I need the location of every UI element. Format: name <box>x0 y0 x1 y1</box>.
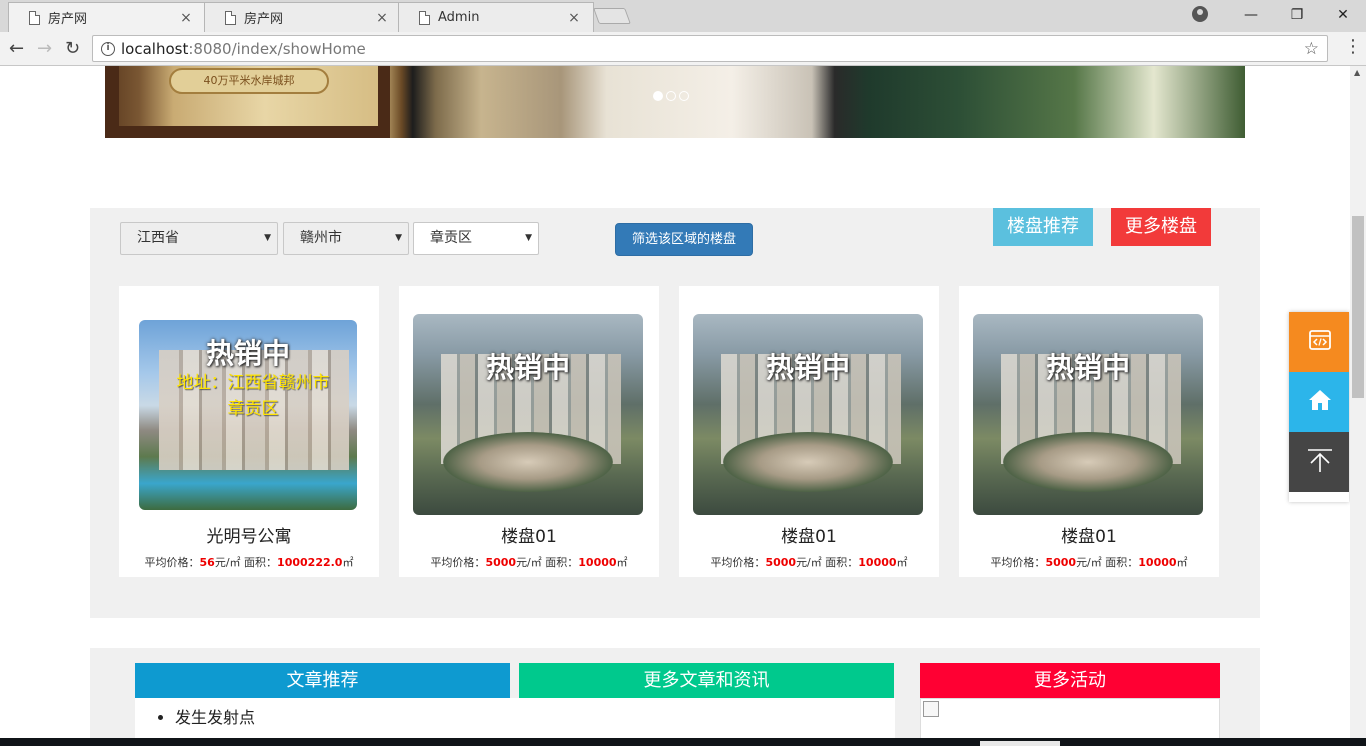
house-info: 平均价格：56元/㎡ 面积：1000222.0㎡ <box>144 556 354 569</box>
broken-image-icon[interactable] <box>923 701 939 717</box>
url-text: localhost:8080/index/showHome <box>121 39 366 58</box>
scrollbar-thumb[interactable] <box>1352 216 1364 398</box>
filter-region-button[interactable]: 筛选该区域的楼盘 <box>615 223 753 256</box>
house-card[interactable]: 热销中 地址：江西省赣州市章贡区 光明号公寓 平均价格：56元/㎡ 面积：100… <box>119 286 379 577</box>
minimize-button[interactable]: — <box>1228 7 1274 23</box>
hot-sale-label: 热销中 <box>485 351 570 384</box>
activity-box <box>920 698 1220 738</box>
close-window-button[interactable]: ✕ <box>1320 7 1366 23</box>
window-controls: — ❐ ✕ <box>1228 0 1366 30</box>
browser-tab-2[interactable]: 房产网 × <box>204 2 402 32</box>
browser-tab-1[interactable]: 房产网 × <box>8 2 206 32</box>
house-image[interactable]: 热销中 地址：江西省赣州市章贡区 <box>139 320 357 510</box>
house-image[interactable]: 热销中 <box>973 314 1203 515</box>
code-icon <box>1309 330 1331 350</box>
district-select[interactable]: 章贡区 ▼ <box>413 222 539 255</box>
home-button[interactable] <box>1289 372 1349 432</box>
browser-menu-icon[interactable]: ⋮ <box>1344 36 1362 57</box>
house-info: 平均价格：5000元/㎡ 面积：10000㎡ <box>710 556 908 569</box>
house-section: 江西省 ▼ 赣州市 ▼ 章贡区 ▼ 筛选该区域的楼盘 楼盘推荐 更多楼盘 热销中 地址… <box>90 208 1260 618</box>
chevron-down-icon: ▼ <box>395 233 402 243</box>
article-recommend-header[interactable]: 文章推荐 <box>135 663 510 698</box>
back-to-top-icon <box>1308 449 1332 472</box>
carousel-dot-3[interactable] <box>679 91 689 101</box>
restore-button[interactable]: ❐ <box>1274 7 1320 23</box>
back-arrow-icon[interactable]: ← <box>9 38 24 59</box>
site-info-icon[interactable]: i <box>101 41 115 56</box>
code-button[interactable] <box>1289 312 1349 372</box>
house-name[interactable]: 楼盘01 <box>959 522 1219 547</box>
city-select[interactable]: 赣州市 ▼ <box>283 222 409 255</box>
article-section: 文章推荐 更多文章和资讯 更多活动 发生发射点 <box>90 648 1260 738</box>
house-image[interactable]: 热销中 <box>413 314 643 515</box>
house-name[interactable]: 光明号公寓 <box>119 522 379 547</box>
hot-sale-label: 热销中 <box>1045 351 1130 384</box>
chevron-down-icon: ▼ <box>264 233 271 243</box>
house-card[interactable]: 热销中 楼盘01 平均价格：5000元/㎡ 面积：10000㎡ <box>399 286 659 577</box>
carousel-dot-2[interactable] <box>666 91 676 101</box>
tab-title: 房产网 <box>48 12 88 27</box>
more-houses-button[interactable]: 更多楼盘 <box>1111 208 1211 246</box>
browser-tab-3[interactable]: Admin × <box>398 2 594 32</box>
banner-sign-text: 40万平米水岸城邦 <box>169 68 329 94</box>
close-tab-icon[interactable]: × <box>567 10 581 26</box>
floating-sidebar <box>1289 312 1349 502</box>
hot-sale-label: 热销中 <box>205 337 290 370</box>
bookmark-star-icon[interactable]: ☆ <box>1304 39 1319 59</box>
carousel-indicators <box>653 91 689 101</box>
forward-arrow-icon[interactable]: → <box>37 38 52 59</box>
house-card[interactable]: 热销中 楼盘01 平均价格：5000元/㎡ 面积：10000㎡ <box>679 286 939 577</box>
house-name[interactable]: 楼盘01 <box>399 522 659 547</box>
page-icon <box>29 10 40 25</box>
page-viewport: 40万平米水岸城邦 江西省 ▼ 赣州市 ▼ 章贡区 ▼ 筛选该区域的楼盘 楼盘推荐 更… <box>0 66 1350 738</box>
browser-toolbar: ← → ↻ i localhost:8080/index/showHome ☆ … <box>0 32 1366 66</box>
home-icon <box>1309 390 1331 410</box>
hot-sale-label: 热销中 <box>765 351 850 384</box>
house-recommend-button[interactable]: 楼盘推荐 <box>993 208 1093 246</box>
profile-icon[interactable] <box>1192 6 1208 22</box>
article-list: 发生发射点 <box>135 698 895 738</box>
os-taskbar <box>0 738 1366 746</box>
house-info: 平均价格：5000元/㎡ 面积：10000㎡ <box>990 556 1188 569</box>
tab-title: Admin <box>438 10 480 25</box>
close-tab-icon[interactable]: × <box>179 10 193 26</box>
browser-tab-bar: 房产网 × 房产网 × Admin × — ❐ ✕ <box>0 0 1366 32</box>
scroll-up-icon[interactable]: ▲ <box>1354 68 1360 77</box>
chevron-down-icon: ▼ <box>525 233 532 243</box>
page-scrollbar[interactable]: ▲ <box>1350 66 1366 738</box>
article-item[interactable]: 发生发射点 <box>175 704 895 728</box>
address-bar[interactable]: i localhost:8080/index/showHome ☆ <box>92 35 1328 62</box>
page-icon <box>225 10 236 25</box>
reload-icon[interactable]: ↻ <box>65 38 80 59</box>
back-to-top-button[interactable] <box>1289 432 1349 492</box>
more-activities-header[interactable]: 更多活动 <box>920 663 1220 698</box>
tab-title: 房产网 <box>244 12 284 27</box>
banner-carousel[interactable]: 40万平米水岸城邦 <box>105 66 1245 138</box>
house-name[interactable]: 楼盘01 <box>679 522 939 547</box>
page-icon <box>419 10 430 25</box>
new-tab-button[interactable] <box>593 8 631 24</box>
house-info: 平均价格：5000元/㎡ 面积：10000㎡ <box>430 556 628 569</box>
house-address: 地址：江西省赣州市章贡区 <box>176 373 330 419</box>
province-select[interactable]: 江西省 ▼ <box>120 222 278 255</box>
house-image[interactable]: 热销中 <box>693 314 923 515</box>
close-tab-icon[interactable]: × <box>375 10 389 26</box>
house-card[interactable]: 热销中 楼盘01 平均价格：5000元/㎡ 面积：10000㎡ <box>959 286 1219 577</box>
carousel-dot-1[interactable] <box>653 91 663 101</box>
more-articles-header[interactable]: 更多文章和资讯 <box>519 663 894 698</box>
